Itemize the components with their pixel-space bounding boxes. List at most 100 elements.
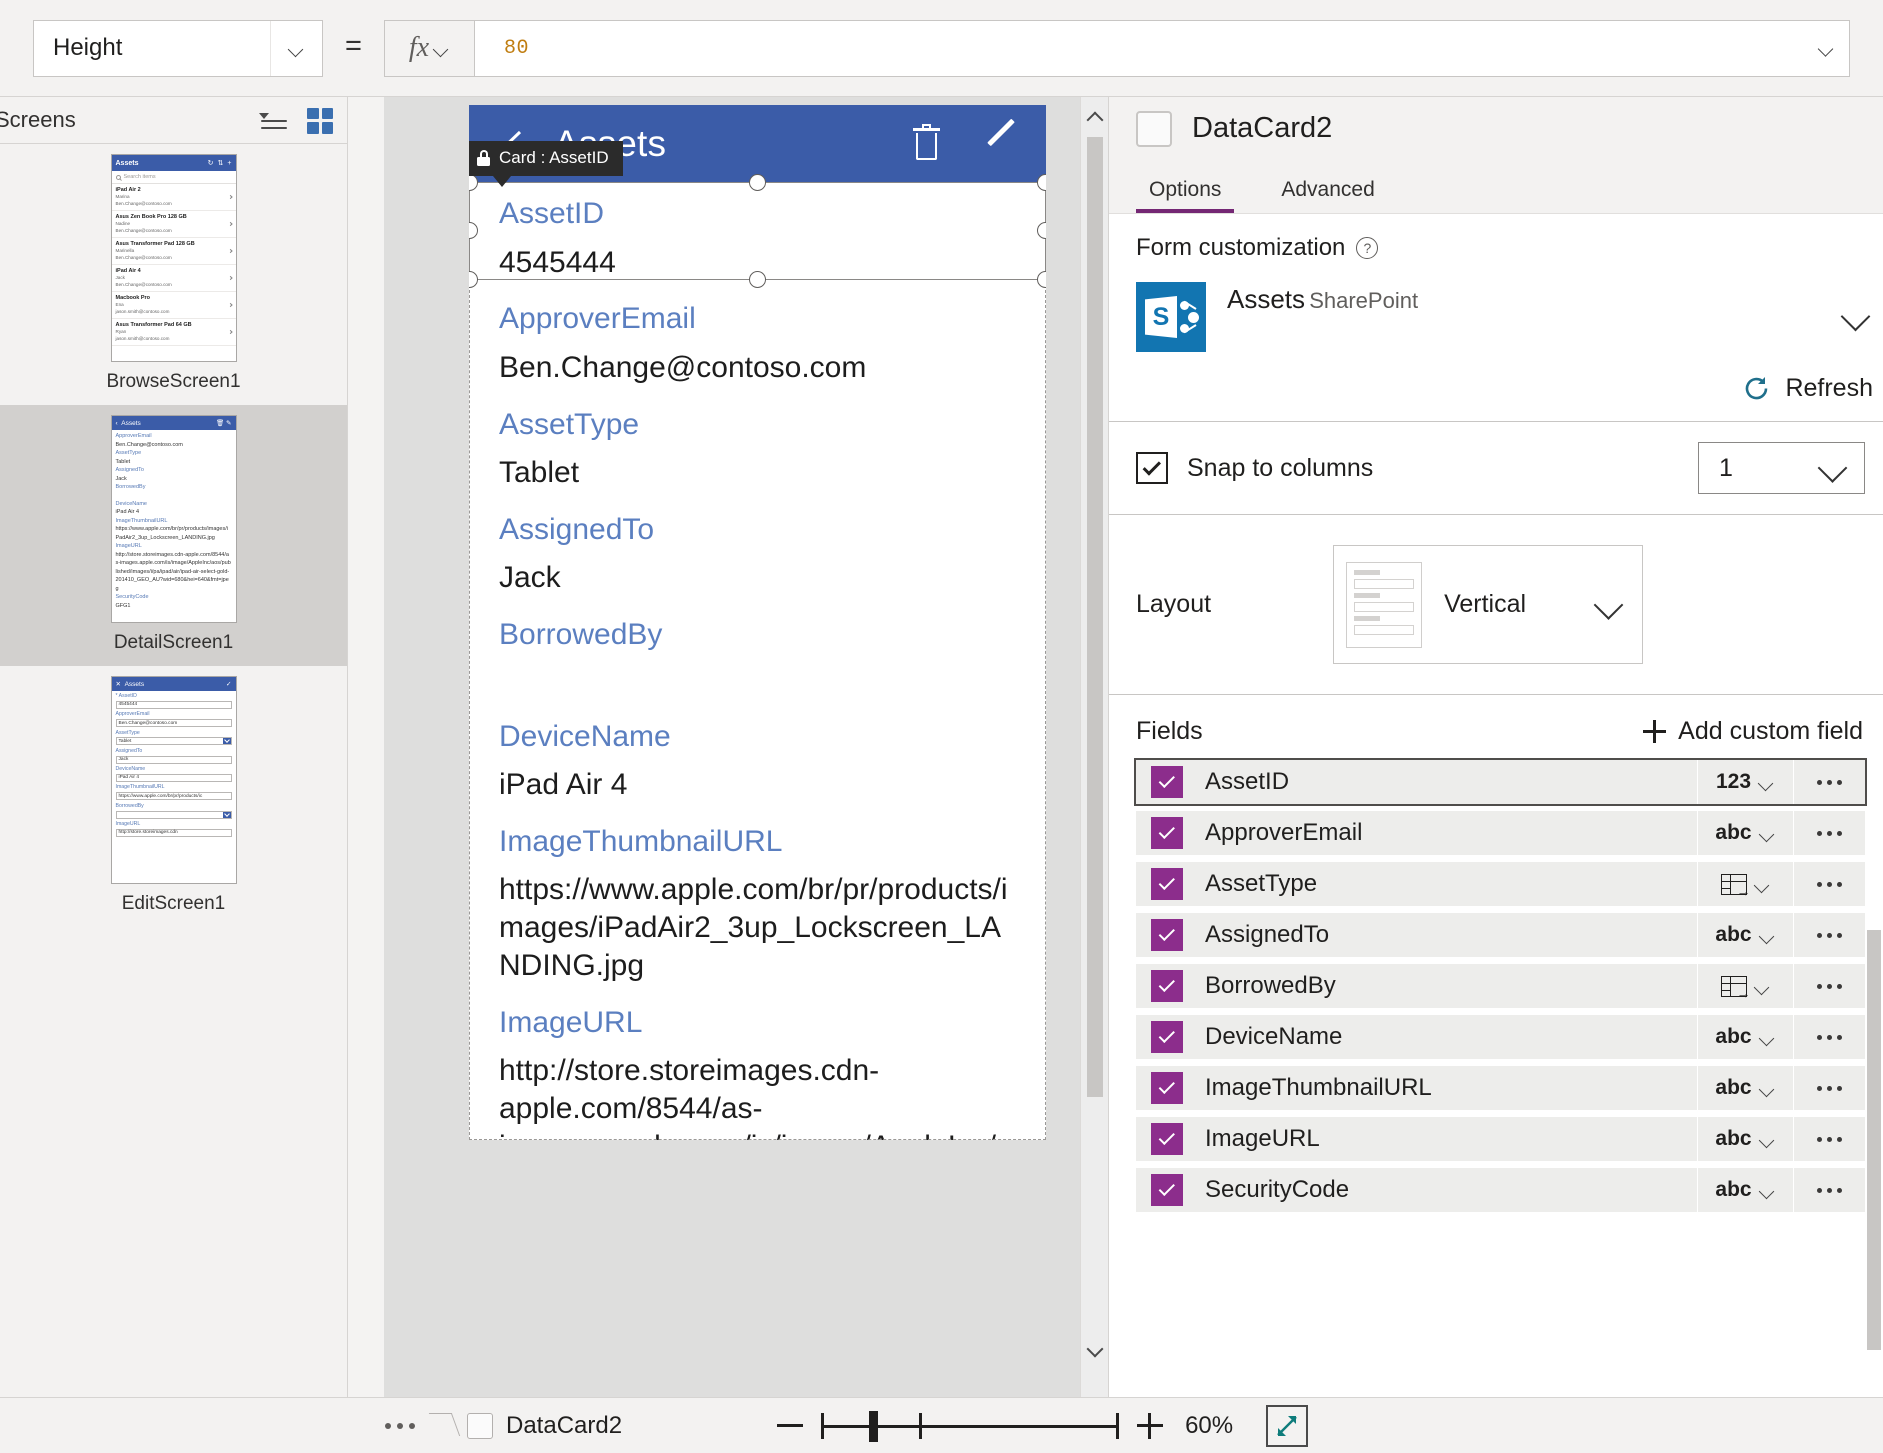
- thumb-item-email: Ben.Change@contoso.com: [115, 255, 172, 261]
- screen-item-editscreen1[interactable]: ✕ Assets ✓ * AssetID 4545444 ApproverEma…: [0, 666, 347, 927]
- chevron-down-icon[interactable]: [1843, 306, 1873, 327]
- field-checkbox[interactable]: [1151, 766, 1183, 798]
- field-checkbox[interactable]: [1151, 1072, 1183, 1104]
- form-field-label: ApproverEmail: [499, 302, 696, 336]
- field-row-borrowedby[interactable]: BorrowedBy →: [1136, 964, 1865, 1008]
- add-custom-field-button[interactable]: Add custom field: [1643, 717, 1863, 746]
- field-checkbox[interactable]: [1151, 868, 1183, 900]
- field-row-imageurl[interactable]: ImageURL abc: [1136, 1117, 1865, 1161]
- field-type-select[interactable]: abc: [1697, 1117, 1793, 1161]
- field-checkbox[interactable]: [1151, 1021, 1183, 1053]
- field-row-assettype[interactable]: AssetType →: [1136, 862, 1865, 906]
- field-row-devicename[interactable]: DeviceName abc: [1136, 1015, 1865, 1059]
- snap-to-columns-checkbox[interactable]: [1136, 452, 1168, 484]
- form-card-imagethumbnailurl[interactable]: ImageThumbnailURL https://www.apple.com/…: [469, 810, 1046, 991]
- chevron-down-icon[interactable]: [1081, 1335, 1109, 1365]
- more-options-icon[interactable]: [1793, 862, 1865, 906]
- help-circle-icon[interactable]: ?: [1356, 237, 1379, 259]
- field-type-select[interactable]: abc: [1697, 1015, 1793, 1059]
- chevron-down-icon: [1760, 1186, 1776, 1195]
- lookup-type-icon: →: [1720, 873, 1751, 898]
- fit-to-screen-icon[interactable]: [1266, 1404, 1309, 1447]
- thumb-list-item: iPad Air 2 Marina Ben.Change@contoso.com: [111, 184, 236, 212]
- zoom-slider-knob[interactable]: [869, 1410, 879, 1442]
- field-checkbox[interactable]: [1151, 970, 1183, 1002]
- more-options-icon[interactable]: [1793, 964, 1865, 1008]
- field-checkbox[interactable]: [1151, 817, 1183, 849]
- form-field-value: https://www.apple.com/br/pr/products/ima…: [499, 873, 1008, 983]
- chevron-down-icon[interactable]: [1819, 40, 1835, 57]
- screen-thumbnail-editscreen1[interactable]: ✕ Assets ✓ * AssetID 4545444 ApproverEma…: [110, 676, 237, 884]
- screen-item-browsescreen1[interactable]: Assets ↻ ⇅ + Search items iPad Air 2 Mar…: [0, 144, 347, 405]
- more-options-icon[interactable]: [1793, 1117, 1865, 1161]
- form-card-assettype[interactable]: AssetType Tablet: [469, 393, 1046, 498]
- fields-scrollbar-thumb[interactable]: [1867, 930, 1881, 1350]
- field-checkbox[interactable]: [1151, 1174, 1183, 1206]
- properties-tabs: Options Advanced: [1109, 160, 1883, 214]
- plus-icon[interactable]: [1137, 1412, 1164, 1439]
- columns-count-select[interactable]: 1: [1698, 442, 1865, 494]
- field-row-approveremail[interactable]: ApproverEmail abc: [1136, 811, 1865, 855]
- field-type-select[interactable]: 123: [1697, 760, 1793, 804]
- minus-icon[interactable]: [777, 1423, 804, 1428]
- more-options-icon[interactable]: [1793, 811, 1865, 855]
- field-checkbox[interactable]: [1151, 1123, 1183, 1155]
- trash-icon[interactable]: [913, 123, 940, 160]
- field-type-select[interactable]: →: [1697, 862, 1793, 906]
- more-options-icon[interactable]: [1793, 1168, 1865, 1212]
- zoom-slider[interactable]: [821, 1410, 1120, 1442]
- tab-options[interactable]: Options: [1136, 178, 1235, 213]
- more-options-icon[interactable]: [1793, 913, 1865, 957]
- field-type-select[interactable]: →: [1697, 964, 1793, 1008]
- field-row-imagethumbnailurl[interactable]: ImageThumbnailURL abc: [1136, 1066, 1865, 1110]
- layout-select[interactable]: Vertical: [1333, 545, 1644, 664]
- thumb-item-person: Marinella: [115, 248, 135, 254]
- datasource-row[interactable]: S Assets SharePoint: [1109, 276, 1883, 352]
- more-options-icon[interactable]: [1793, 1066, 1865, 1110]
- tab-advanced[interactable]: Advanced: [1268, 178, 1387, 213]
- field-row-assignedto[interactable]: AssignedTo abc: [1136, 913, 1865, 957]
- chevron-down-icon[interactable]: [270, 20, 322, 76]
- chevron-down-icon: [1755, 982, 1771, 991]
- canvas-surface[interactable]: Assets AssetID 4545444 ApproverEmail: [384, 97, 1108, 1397]
- field-row-assetid[interactable]: AssetID 123: [1134, 758, 1867, 806]
- fx-button[interactable]: fx: [383, 19, 474, 77]
- thumbnail-grid-icon[interactable]: [307, 107, 333, 134]
- screen-thumbnail-detailscreen1[interactable]: ‹ Assets 🗑 ✎ ApproverEmail Ben.Change@co…: [110, 415, 237, 623]
- tree-view-icon[interactable]: [259, 110, 287, 132]
- thumb-item-person: Nadine: [115, 221, 131, 227]
- field-name: DeviceName: [1205, 1023, 1343, 1050]
- chevron-up-icon[interactable]: [1081, 101, 1109, 131]
- screen-thumbnail-browsescreen1[interactable]: Assets ↻ ⇅ + Search items iPad Air 2 Mar…: [110, 154, 237, 362]
- app-preview[interactable]: Assets AssetID 4545444 ApproverEmail: [469, 105, 1046, 1140]
- screens-panel: Screens Assets ↻ ⇅ + Search items iPad A…: [0, 97, 348, 1453]
- form-card-approveremail[interactable]: ApproverEmail Ben.Change@contoso.com: [469, 287, 1046, 392]
- screen-item-detailscreen1[interactable]: ‹ Assets 🗑 ✎ ApproverEmail Ben.Change@co…: [0, 405, 347, 666]
- field-type-select[interactable]: abc: [1697, 913, 1793, 957]
- field-type-select[interactable]: abc: [1697, 1168, 1793, 1212]
- text-type-icon: abc: [1715, 1076, 1752, 1099]
- canvas-scrollbar[interactable]: [1080, 97, 1108, 1397]
- refresh-button[interactable]: Refresh: [1109, 352, 1883, 421]
- more-breadcrumb-icon[interactable]: [385, 1422, 415, 1429]
- add-icon: +: [227, 159, 232, 167]
- field-checkbox[interactable]: [1151, 919, 1183, 951]
- form-customization-heading-row: Form customization ?: [1109, 214, 1883, 276]
- thumb-item-person: Marina: [115, 194, 130, 200]
- form-card-assetid[interactable]: AssetID 4545444: [469, 182, 1046, 287]
- field-name: BorrowedBy: [1205, 972, 1336, 999]
- field-row-securitycode[interactable]: SecurityCode abc: [1136, 1168, 1865, 1212]
- formula-input[interactable]: 80: [473, 19, 1850, 77]
- more-options-icon[interactable]: [1793, 1015, 1865, 1059]
- form-card-imageurl[interactable]: ImageURL http://store.storeimages.cdn-ap…: [469, 991, 1046, 1140]
- field-type-select[interactable]: abc: [1697, 1066, 1793, 1110]
- scrollbar-thumb[interactable]: [1087, 137, 1103, 1097]
- field-type-select[interactable]: abc: [1697, 811, 1793, 855]
- more-options-icon[interactable]: [1793, 760, 1865, 804]
- thumb-field-value: https://www.apple.com/br/pr/products/ima…: [115, 526, 229, 541]
- pencil-icon[interactable]: [986, 118, 1020, 161]
- form-card-devicename[interactable]: DeviceName iPad Air 4: [469, 705, 1046, 810]
- form-card-assignedto[interactable]: AssignedTo Jack: [469, 498, 1046, 603]
- property-select[interactable]: Height: [33, 19, 323, 77]
- form-card-borrowedby[interactable]: BorrowedBy: [469, 603, 1046, 705]
